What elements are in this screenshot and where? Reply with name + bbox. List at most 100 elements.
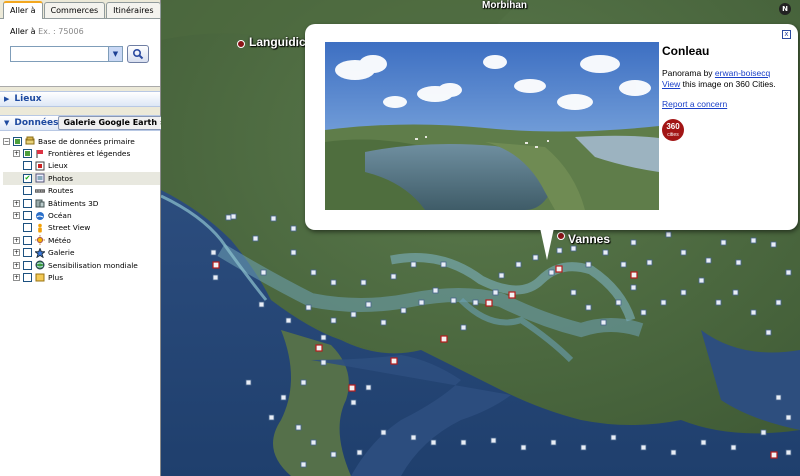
layer-row[interactable]: Lieux	[3, 160, 160, 172]
layer-row[interactable]: + Frontières et légendes	[3, 147, 160, 159]
layer-row[interactable]: ✔ Photos	[3, 172, 160, 185]
photo-marker-icon[interactable]	[585, 304, 592, 311]
photo-marker-icon[interactable]	[770, 241, 777, 248]
photo-marker-icon[interactable]	[230, 213, 237, 220]
panorama-marker-icon[interactable]	[390, 357, 398, 365]
expand-plus-icon[interactable]: +	[13, 212, 20, 220]
photo-marker-icon[interactable]	[660, 299, 667, 306]
photo-marker-icon[interactable]	[330, 451, 337, 458]
photo-marker-icon[interactable]	[750, 309, 757, 316]
photo-marker-icon[interactable]	[732, 289, 739, 296]
photo-marker-icon[interactable]	[720, 239, 727, 246]
photo-marker-icon[interactable]	[460, 324, 467, 331]
panorama-image[interactable]	[325, 42, 659, 210]
photo-marker-icon[interactable]	[310, 269, 317, 276]
place-dot-vannes[interactable]	[557, 232, 565, 240]
photo-marker-icon[interactable]	[515, 261, 522, 268]
layer-row[interactable]: + Galerie	[3, 247, 160, 259]
map-label-vannes[interactable]: Vannes	[568, 232, 610, 246]
photo-marker-icon[interactable]	[498, 272, 505, 279]
photo-marker-icon[interactable]	[365, 301, 372, 308]
photo-marker-icon[interactable]	[580, 444, 587, 451]
layer-row[interactable]: + Bâtiments 3D	[3, 197, 160, 209]
photo-marker-icon[interactable]	[492, 289, 499, 296]
collapse-minus-icon[interactable]: −	[3, 137, 10, 145]
panorama-marker-icon[interactable]	[212, 261, 220, 269]
close-icon[interactable]: x	[782, 30, 791, 39]
photo-marker-icon[interactable]	[360, 279, 367, 286]
photo-marker-icon[interactable]	[775, 299, 782, 306]
photo-marker-icon[interactable]	[305, 304, 312, 311]
360-cities-logo[interactable]: 360 cities	[662, 119, 684, 141]
layer-row[interactable]: Routes	[3, 185, 160, 197]
photo-marker-icon[interactable]	[640, 444, 647, 451]
search-button[interactable]	[127, 45, 149, 63]
photo-marker-icon[interactable]	[300, 461, 307, 468]
map-label-languidic[interactable]: Languidic	[249, 35, 306, 49]
photo-marker-icon[interactable]	[210, 249, 217, 256]
photo-marker-icon[interactable]	[365, 384, 372, 391]
photo-marker-icon[interactable]	[460, 439, 467, 446]
photo-marker-icon[interactable]	[548, 269, 555, 276]
layer-checkbox[interactable]	[13, 136, 22, 146]
photo-marker-icon[interactable]	[280, 394, 287, 401]
layer-row[interactable]: + Océan	[3, 209, 160, 221]
photo-marker-icon[interactable]	[698, 277, 705, 284]
photo-marker-icon[interactable]	[450, 297, 457, 304]
expand-plus-icon[interactable]: +	[13, 249, 20, 257]
photo-marker-icon[interactable]	[320, 359, 327, 366]
layer-checkbox[interactable]	[23, 248, 32, 258]
compass-north-icon[interactable]: N	[779, 3, 791, 15]
photo-marker-icon[interactable]	[410, 434, 417, 441]
photo-marker-icon[interactable]	[670, 449, 677, 456]
panorama-marker-icon[interactable]	[348, 384, 356, 392]
photo-marker-icon[interactable]	[380, 319, 387, 326]
photo-marker-icon[interactable]	[585, 261, 592, 268]
photo-marker-icon[interactable]	[258, 301, 265, 308]
photo-marker-icon[interactable]	[705, 257, 712, 264]
chevron-down-icon[interactable]: ▼	[108, 47, 122, 61]
photo-marker-icon[interactable]	[350, 399, 357, 406]
photo-marker-icon[interactable]	[290, 249, 297, 256]
layer-checkbox[interactable]	[23, 186, 32, 196]
photo-marker-icon[interactable]	[680, 249, 687, 256]
photo-marker-icon[interactable]	[760, 429, 767, 436]
layer-checkbox[interactable]	[23, 161, 32, 171]
photo-marker-icon[interactable]	[418, 299, 425, 306]
photo-marker-icon[interactable]	[410, 261, 417, 268]
section-lieux[interactable]: ▶ Lieux	[0, 91, 160, 107]
panorama-marker-icon[interactable]	[555, 265, 563, 273]
photo-marker-icon[interactable]	[715, 299, 722, 306]
search-input[interactable]: ▼	[10, 46, 123, 62]
photo-marker-icon[interactable]	[785, 269, 792, 276]
photo-marker-icon[interactable]	[472, 299, 479, 306]
photo-marker-icon[interactable]	[532, 254, 539, 261]
photo-marker-icon[interactable]	[602, 249, 609, 256]
panorama-marker-icon[interactable]	[485, 299, 493, 307]
photo-marker-icon[interactable]	[212, 274, 219, 281]
photo-marker-icon[interactable]	[700, 439, 707, 446]
photo-marker-icon[interactable]	[680, 289, 687, 296]
photo-marker-icon[interactable]	[630, 239, 637, 246]
photo-marker-icon[interactable]	[320, 334, 327, 341]
layer-row[interactable]: + Sensibilisation mondiale	[3, 259, 160, 271]
photo-marker-icon[interactable]	[225, 214, 232, 221]
photo-marker-icon[interactable]	[556, 247, 563, 254]
photo-marker-icon[interactable]	[775, 394, 782, 401]
report-concern-link[interactable]: Report a concern	[662, 99, 727, 109]
panorama-marker-icon[interactable]	[440, 335, 448, 343]
photo-marker-icon[interactable]	[400, 307, 407, 314]
photo-marker-icon[interactable]	[550, 439, 557, 446]
expand-plus-icon[interactable]: +	[13, 236, 20, 244]
photo-marker-icon[interactable]	[270, 215, 277, 222]
photo-marker-icon[interactable]	[430, 439, 437, 446]
layer-checkbox[interactable]: ✔	[23, 173, 32, 183]
layer-checkbox[interactable]	[23, 235, 32, 245]
photo-marker-icon[interactable]	[735, 259, 742, 266]
photo-marker-icon[interactable]	[356, 449, 363, 456]
photo-marker-icon[interactable]	[765, 329, 772, 336]
photo-marker-icon[interactable]	[350, 311, 357, 318]
layer-checkbox[interactable]	[23, 260, 32, 270]
photo-marker-icon[interactable]	[750, 237, 757, 244]
photo-marker-icon[interactable]	[730, 444, 737, 451]
